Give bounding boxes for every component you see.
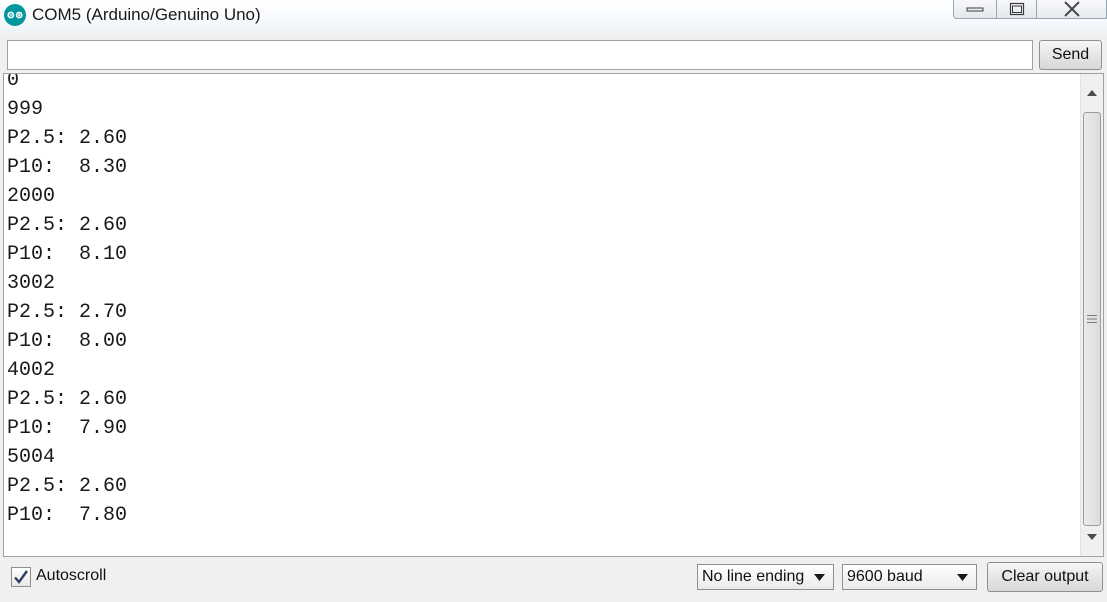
dropdown-arrow-icon [957,574,968,581]
output-line: P2.5: 2.60 [7,388,128,411]
serial-output-panel[interactable]: 0 999 P2.5: 2.60 P10: 8.30 2000 P2.5: 2.60 P10… [3,73,1104,557]
line-ending-select[interactable]: No line ending [697,564,834,590]
maximize-icon [1009,2,1024,16]
grip-icon [1087,315,1097,323]
close-button[interactable] [1037,0,1107,19]
scroll-down-button[interactable] [1081,518,1103,556]
output-line: 999 [7,98,44,121]
baud-rate-select[interactable]: 9600 baud [842,564,977,590]
output-line: P10: 7.80 [7,504,128,527]
send-bar: Send [0,34,1107,74]
vertical-scrollbar[interactable] [1080,74,1103,556]
scroll-thumb[interactable] [1083,112,1101,526]
output-line: P2.5: 2.60 [7,475,128,498]
baud-rate-value: 9600 baud [847,568,923,585]
maximize-button[interactable] [997,0,1037,19]
output-line: 4002 [7,359,56,382]
output-line: P2.5: 2.60 [7,127,128,150]
minimize-icon [966,7,984,12]
output-line: P10: 7.90 [7,417,128,440]
output-line: P10: 8.00 [7,330,128,353]
serial-input[interactable] [7,40,1033,70]
output-line: 3002 [7,272,56,295]
dropdown-arrow-icon [814,574,825,581]
output-line: P10: 8.10 [7,243,128,266]
serial-output-text: 0 999 P2.5: 2.60 P10: 8.30 2000 P2.5: 2.60 P10… [7,73,128,530]
window-title: COM5 (Arduino/Genuino Uno) [32,5,261,24]
title-bar[interactable]: COM5 (Arduino/Genuino Uno) [0,0,1107,34]
output-line: 2000 [7,185,56,208]
clear-output-button[interactable]: Clear output [987,562,1103,592]
checkmark-icon [14,570,28,584]
minimize-button[interactable] [953,0,997,19]
window-controls [953,0,1107,20]
bottom-toolbar: Autoscroll No line ending 9600 baud Clea… [0,557,1107,602]
output-line: 0 [7,73,20,92]
autoscroll-label[interactable]: Autoscroll [36,567,106,585]
arrow-down-icon [1087,534,1097,540]
serial-monitor-window: COM5 (Arduino/Genuino Uno) Send 0 999 P2… [0,0,1107,602]
output-line: P2.5: 2.60 [7,214,128,237]
output-line: 5004 [7,446,56,469]
arduino-logo-icon [4,4,26,26]
send-button[interactable]: Send [1039,40,1102,70]
output-line: P10: 8.30 [7,156,128,179]
close-icon [1063,1,1080,17]
scroll-up-button[interactable] [1081,74,1103,112]
line-ending-value: No line ending [702,568,805,585]
autoscroll-checkbox[interactable] [11,567,31,587]
output-line: P2.5: 2.70 [7,301,128,324]
arrow-up-icon [1087,90,1097,96]
